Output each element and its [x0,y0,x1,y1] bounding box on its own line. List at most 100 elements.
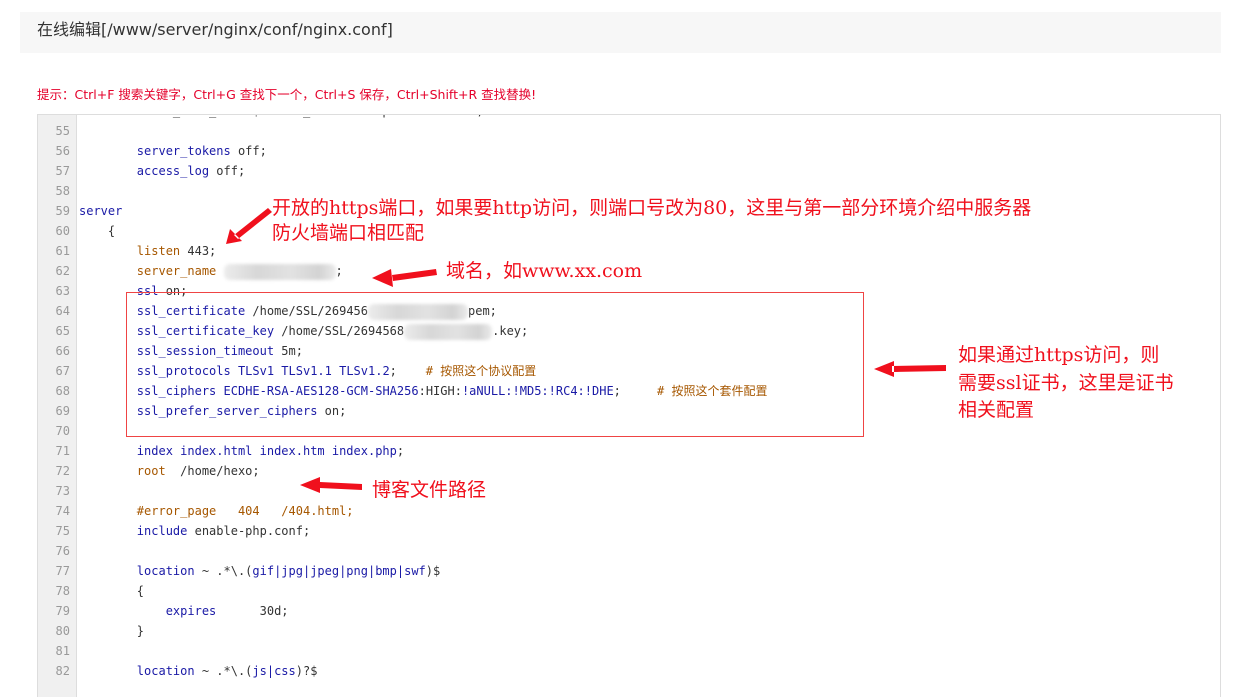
line-number: 80 [55,624,70,638]
line-number: 70 [55,424,70,438]
code-line[interactable]: 57 access_log off; [38,161,1220,181]
code-token: listen [136,244,181,258]
code-token: #error_page 404 /404.html; [136,504,354,518]
line-number: 69 [55,404,70,418]
code-token: enable-php.conf; [187,524,311,538]
code-token: location [136,564,195,578]
line-code: server_name ; [79,261,343,281]
annotation-domain: 域名，如www.xx.com [446,260,643,282]
code-token: server_tokens [136,144,231,158]
line-code: root /home/hexo; [79,461,260,481]
code-line[interactable]: 60 { [38,221,1220,241]
line-code: location ~ .*\.(js|css)?$ [79,661,318,681]
code-token: 443; [180,244,217,258]
code-token: server_name [136,264,217,278]
code-line[interactable]: 73 [38,481,1220,501]
line-code: limit_conn_zone $server_name zone=perser… [79,115,484,121]
editor-title-bar: 在线编辑[/www/server/nginx/conf/nginx.conf] [20,12,1221,53]
line-number: 77 [55,564,70,578]
line-code: index index.html index.htm index.php; [79,441,404,461]
line-number: 75 [55,524,70,538]
line-number: 82 [55,664,70,678]
code-line[interactable]: 72 root /home/hexo; [38,461,1220,481]
line-number: 81 [55,644,70,658]
line-code: location ~ .*\.(gif|jpg|jpeg|png|bmp|swf… [79,561,440,581]
code-token: /home/hexo; [165,464,260,478]
line-number: 61 [55,244,70,258]
code-token: js|css [252,664,296,678]
code-token: } [79,624,145,638]
line-number: 71 [55,444,70,458]
line-number: 74 [55,504,70,518]
code-line[interactable]: 71 index index.html index.htm index.php; [38,441,1220,461]
code-line[interactable]: 55 [38,121,1220,141]
code-line[interactable]: 54 limit_conn_zone $server_name zone=per… [38,115,1220,121]
code-token: )$ [425,564,441,578]
line-number: 65 [55,324,70,338]
line-number: 54 [38,115,70,121]
line-code: server [79,201,122,221]
code-line[interactable]: 77 location ~ .*\.(gif|jpg|jpeg|png|bmp|… [38,561,1220,581]
line-number: 64 [55,304,70,318]
line-number: 66 [55,344,70,358]
code-line[interactable]: 74 #error_page 404 /404.html; [38,501,1220,521]
line-code: { [79,581,144,601]
code-token: off; [230,144,267,158]
shortcut-hint: 提示：Ctrl+F 搜索关键字，Ctrl+G 查找下一个，Ctrl+S 保存，C… [37,87,537,102]
code-line[interactable]: 79 expires 30d; [38,601,1220,621]
line-code: #error_page 404 /404.html; [79,501,354,521]
line-code: access_log off; [79,161,245,181]
code-line[interactable]: 78 { [38,581,1220,601]
code-token: gif|jpg|jpeg|png|bmp|swf [252,564,426,578]
annotation-blog-path: 博客文件路径 [372,479,487,501]
line-code: server_tokens off; [79,141,267,161]
line-code: expires 30d; [79,601,289,621]
code-token: server [79,204,123,218]
line-code: include enable-php.conf; [79,521,310,541]
line-number: 78 [55,584,70,598]
code-token: { [79,224,116,238]
annotation-https-port: 开放的https端口，如果要http访问，则端口号改为80，这里与第一部分环境介… [272,197,1032,219]
code-token: index index.html index.htm index.php [136,444,397,458]
line-number: 73 [55,484,70,498]
code-line[interactable]: 81 [38,641,1220,661]
code-token: location [136,664,195,678]
code-token: off; [209,164,246,178]
line-number: 60 [55,224,70,238]
annotation-ssl-line3: 相关配置 [958,399,1035,421]
code-token: include [136,524,188,538]
code-line[interactable]: 76 [38,541,1220,561]
code-line[interactable]: 61 listen 443; [38,241,1220,261]
code-token: 30d; [216,604,289,618]
line-code: } [79,621,144,641]
code-token: access_log [136,164,210,178]
code-line[interactable]: 80 } [38,621,1220,641]
redacted-text [223,263,336,280]
editor-title: 在线编辑[/www/server/nginx/conf/nginx.conf] [37,20,393,39]
line-number: 62 [55,264,70,278]
code-token: )?$ [295,664,318,678]
line-number: 72 [55,464,70,478]
line-code: listen 443; [79,241,216,261]
code-line[interactable]: 56 server_tokens off; [38,141,1220,161]
line-number: 68 [55,384,70,398]
code-line[interactable]: 82 location ~ .*\.(js|css)?$ [38,661,1220,681]
line-number: 56 [55,144,70,158]
line-number: 55 [55,124,70,138]
annotation-https-port-cont: 防火墙端口相匹配 [272,222,425,244]
code-token: ~ .*\.( [194,664,253,678]
annotation-ssl-line1: 如果通过https访问，则 [958,344,1160,366]
annotation-ssl-line2: 需要ssl证书，这里是证书 [958,372,1174,394]
code-line[interactable]: 75 include enable-php.conf; [38,521,1220,541]
